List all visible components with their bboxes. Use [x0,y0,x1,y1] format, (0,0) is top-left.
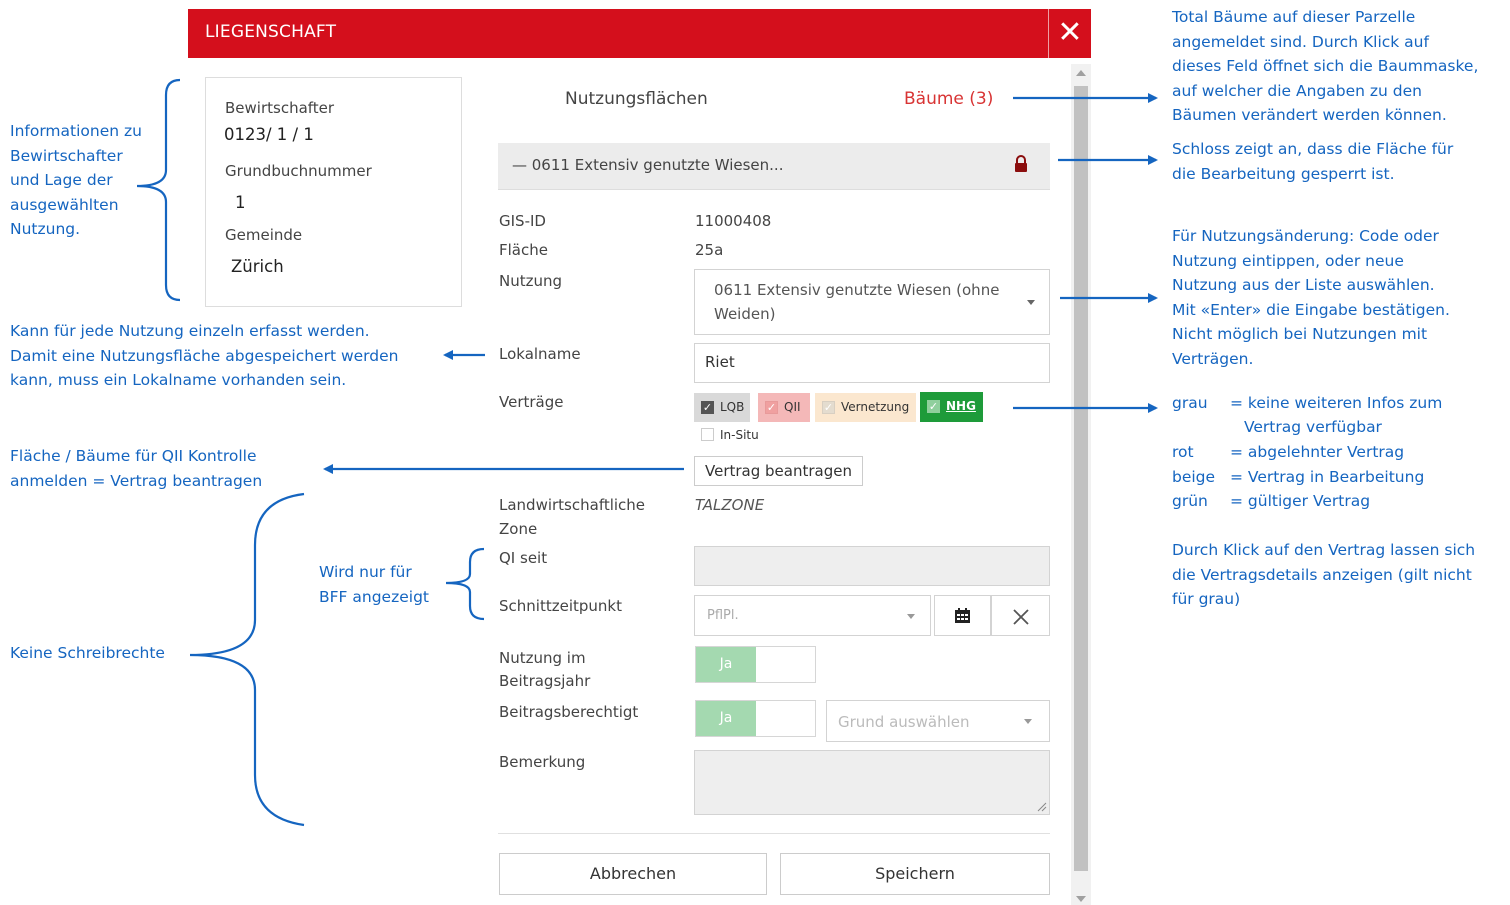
brace-keine-icon [189,492,305,827]
annotation-overlay [136,78,1158,827]
brace-bff-icon [445,547,485,621]
brace-info-icon [136,78,181,302]
